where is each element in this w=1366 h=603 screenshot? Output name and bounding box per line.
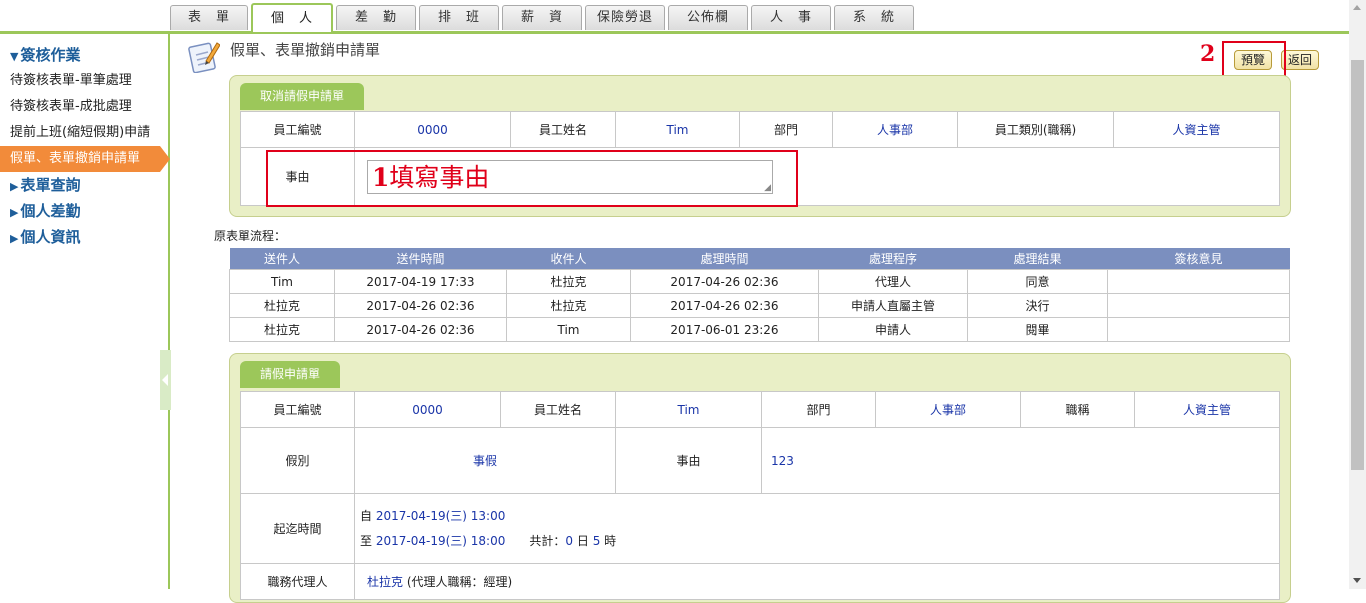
flow-header-row: 送件人 送件時間 收件人 處理時間 處理程序 處理結果 簽核意見 — [229, 248, 1290, 270]
highlight-box-preview — [1222, 41, 1286, 79]
tab-hr[interactable]: 人 事 — [751, 5, 831, 30]
scrollbar-thumb[interactable] — [1351, 60, 1364, 470]
tab-bulletin[interactable]: 公佈欄 — [668, 5, 748, 30]
triangle-right-icon: ▶ — [10, 232, 19, 245]
highlight-box-reason — [266, 150, 798, 207]
tab-system[interactable]: 系 統 — [834, 5, 914, 30]
tab-attendance[interactable]: 差 勤 — [336, 5, 416, 30]
flow-col-receiver: 收件人 — [506, 248, 631, 270]
value-emp-no: 0000 — [354, 111, 511, 148]
annotation-step-1: 1填寫事由 — [372, 163, 490, 192]
label-dept: 部門 — [739, 111, 833, 148]
period-hours: 5 — [592, 533, 601, 548]
page-header: 假單、表單撤銷申請單 — [188, 36, 381, 74]
sidebar-section-approval[interactable]: ▼ 簽核作業 — [0, 42, 168, 68]
triangle-right-icon: ▶ — [10, 206, 19, 219]
label-leave-type: 假別 — [240, 427, 355, 494]
value-agent: 杜拉克 (代理人職稱：經理) — [354, 563, 1280, 600]
tab-shift[interactable]: 排 班 — [419, 5, 499, 30]
panel-tab-cancel-leave: 取消請假申請單 — [240, 83, 365, 110]
sidebar-item-early-work[interactable]: 提前上班(縮短假期)申請 — [0, 120, 168, 146]
label-agent: 職務代理人 — [240, 563, 355, 600]
triangle-right-icon: ▶ — [10, 180, 19, 193]
value-emp-type: 人資主管 — [1113, 111, 1280, 148]
flow-col-sender: 送件人 — [229, 248, 335, 270]
label-emp-type: 員工類別(職稱) — [957, 111, 1114, 148]
value-title: 人資主管 — [1134, 391, 1280, 428]
label-period: 起迄時間 — [240, 493, 355, 564]
flow-col-send-time: 送件時間 — [334, 248, 507, 270]
flow-col-result: 處理結果 — [967, 248, 1108, 270]
scroll-up-arrow-icon[interactable] — [1353, 5, 1361, 10]
tab-insurance[interactable]: 保險勞退 — [585, 5, 665, 30]
value-emp-name: Tim — [615, 391, 762, 428]
value-emp-no: 0000 — [354, 391, 501, 428]
label-emp-no: 員工編號 — [240, 391, 355, 428]
form-edit-icon — [188, 39, 221, 74]
table-row: 杜拉克 2017-04-26 02:36 杜拉克 2017-04-26 02:36 申請… — [229, 293, 1290, 318]
label-dept: 部門 — [761, 391, 876, 428]
value-period: 自 2017-04-19(三) 13:00 至 2017-04-19(三) 18… — [354, 493, 1280, 564]
tab-salary[interactable]: 薪 資 — [502, 5, 582, 30]
period-from: 2017-04-19(三) 13:00 — [375, 508, 506, 523]
period-days: 0 — [565, 533, 574, 548]
period-to: 2017-04-19(三) 18:00 — [375, 533, 506, 548]
top-nav: 表 單 個 人 差 勤 排 班 薪 資 保險勞退 公佈欄 人 事 系 統 — [0, 0, 1349, 34]
page-title: 假單、表單撤銷申請單 — [230, 40, 381, 59]
agent-title: (代理人職稱：經理) — [406, 575, 513, 589]
value-leave-type: 事假 — [354, 427, 616, 494]
table-row: 杜拉克 2017-04-26 02:36 Tim 2017-06-01 23:26 申請… — [229, 317, 1290, 342]
sidebar-section-personal-attendance[interactable]: ▶ 個人差勤 — [0, 198, 168, 224]
flow-col-opinion: 簽核意見 — [1107, 248, 1290, 270]
tab-personal[interactable]: 個 人 — [251, 3, 333, 32]
value-emp-name: Tim — [615, 111, 740, 148]
annotation-step-2: 2 — [1200, 41, 1216, 67]
sidebar-item-cancel-request[interactable]: 假單、表單撤銷申請單 — [0, 146, 170, 172]
back-button[interactable]: 返回 — [1281, 50, 1320, 70]
scroll-down-arrow-icon[interactable] — [1353, 578, 1361, 583]
sidebar-section-form-query[interactable]: ▶ 表單查詢 — [0, 172, 168, 198]
sidebar-collapse-handle[interactable] — [160, 350, 171, 410]
flow-table: 送件人 送件時間 收件人 處理時間 處理程序 處理結果 簽核意見 Tim 2017… — [229, 248, 1290, 342]
panel-tab-leave-application: 請假申請單 — [240, 361, 341, 388]
label-emp-name: 員工姓名 — [510, 111, 616, 148]
flow-col-process-time: 處理時間 — [630, 248, 819, 270]
table-row: Tim 2017-04-19 17:33 杜拉克 2017-04-26 02:36 代理… — [229, 269, 1290, 294]
triangle-down-icon: ▼ — [10, 50, 19, 63]
label-title: 職稱 — [1020, 391, 1135, 428]
value-dept: 人事部 — [875, 391, 1021, 428]
label-reason: 事由 — [615, 427, 762, 494]
sidebar-section-personal-info[interactable]: ▶ 個人資訊 — [0, 224, 168, 250]
sidebar: ▼ 簽核作業 待簽核表單-單筆處理 待簽核表單-成批處理 提前上班(縮短假期)申請… — [0, 34, 170, 589]
label-emp-no: 員工編號 — [240, 111, 355, 148]
tab-forms[interactable]: 表 單 — [170, 5, 248, 30]
label-emp-name: 員工姓名 — [500, 391, 616, 428]
sidebar-item-pending-batch[interactable]: 待簽核表單-成批處理 — [0, 94, 168, 120]
leave-application-panel: 請假申請單 員工編號 0000 員工姓名 Tim 部門 人事部 職稱 人資主管 … — [229, 353, 1291, 603]
vertical-scrollbar[interactable] — [1349, 0, 1366, 589]
flow-col-procedure: 處理程序 — [818, 248, 968, 270]
sidebar-item-pending-single[interactable]: 待簽核表單-單筆處理 — [0, 68, 168, 94]
value-reason: 123 — [761, 427, 1280, 494]
agent-name: 杜拉克 — [367, 575, 404, 589]
leave-application-table: 員工編號 0000 員工姓名 Tim 部門 人事部 職稱 人資主管 假別 事假 … — [240, 391, 1280, 600]
flow-label: 原表單流程： — [214, 229, 287, 243]
top-tabs: 表 單 個 人 差 勤 排 班 薪 資 保險勞退 公佈欄 人 事 系 統 — [170, 3, 914, 32]
value-dept: 人事部 — [832, 111, 958, 148]
